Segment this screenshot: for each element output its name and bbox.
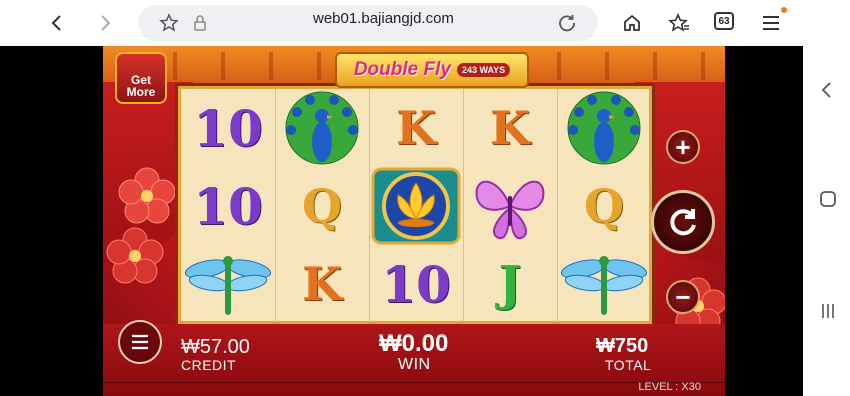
credit-label: CREDIT	[181, 357, 237, 373]
star-icon[interactable]	[154, 8, 184, 38]
win-value: ₩0.00	[379, 330, 449, 357]
level-indicator: LEVEL : X30	[638, 381, 701, 393]
ways-badge: 243 WAYS	[456, 63, 511, 77]
symbol-king: K	[490, 101, 530, 155]
symbol-queen: Q	[583, 179, 625, 233]
home-square-icon[interactable]	[819, 190, 837, 213]
notification-dot	[781, 7, 787, 13]
browser-toolbar: web01.bajiangjd.com 63	[0, 0, 803, 46]
win-label: WIN	[398, 356, 431, 373]
symbol-king: K	[302, 257, 342, 311]
reel-grid: 10 10 Q K K 10 K J Q	[178, 86, 652, 324]
dragonfly-icon	[181, 245, 275, 323]
symbol-queen: Q	[301, 179, 343, 233]
system-navigation	[803, 0, 850, 396]
total-label: TOTAL	[605, 357, 652, 373]
symbol-ten: 10	[193, 176, 263, 236]
back-arrow-icon[interactable]	[42, 8, 72, 38]
butterfly-icon	[463, 167, 557, 245]
minus-icon[interactable]: −	[666, 280, 700, 314]
url-text: web01.bajiangjd.com	[313, 10, 454, 27]
dragonfly-icon	[557, 245, 651, 323]
forward-arrow-icon[interactable]	[90, 8, 120, 38]
bottom-divider	[103, 382, 725, 383]
reload-arrow-icon	[670, 209, 696, 236]
symbol-king: K	[396, 101, 436, 155]
peacock-icon	[275, 89, 369, 167]
total-value: ₩750	[596, 335, 649, 357]
flower-decoration-icon	[106, 227, 164, 284]
hamburger-icon	[132, 334, 148, 350]
peacock-icon	[557, 89, 651, 167]
symbol-ten: 10	[381, 254, 451, 314]
tabs-icon[interactable]: 63	[714, 12, 734, 30]
back-chevron-icon[interactable]	[819, 80, 835, 105]
plus-icon[interactable]: +	[666, 130, 700, 164]
slot-game: 10 10 Q K K 10 K J Q Double Fly 243 WAYS…	[103, 46, 725, 396]
reload-icon[interactable]	[552, 8, 582, 38]
bookmarks-icon[interactable]	[664, 8, 694, 38]
recents-icon[interactable]	[820, 302, 836, 325]
lock-icon	[185, 8, 215, 38]
get-more-button[interactable]: Get More	[115, 52, 167, 104]
home-icon[interactable]	[617, 8, 647, 38]
lotus-icon	[369, 167, 463, 245]
symbol-ten: 10	[193, 98, 263, 158]
symbol-jack: J	[498, 256, 522, 312]
spin-button[interactable]	[651, 190, 715, 254]
credit-value: ₩57.00	[181, 336, 250, 358]
flower-decoration-icon	[118, 167, 176, 224]
game-title: Double Fly	[353, 59, 451, 80]
menu-button[interactable]	[118, 320, 162, 364]
game-title-plate: Double Fly 243 WAYS	[335, 52, 529, 88]
